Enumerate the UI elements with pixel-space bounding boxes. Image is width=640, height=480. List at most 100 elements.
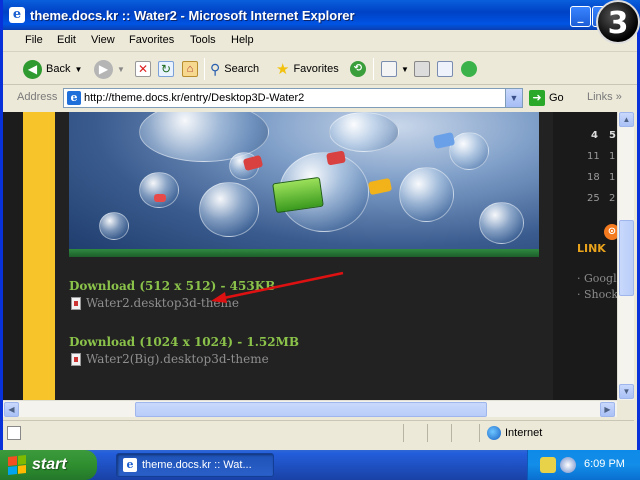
favorites-label: Favorites — [293, 63, 339, 75]
calendar-day[interactable]: 18 — [587, 172, 600, 183]
water-bubble — [199, 182, 259, 237]
window-title: theme.docs.kr :: Water2 - Microsoft Inte… — [30, 8, 355, 23]
forward-button[interactable]: ▶ ▼ — [94, 58, 125, 80]
calendar-day[interactable]: 1 — [609, 172, 615, 183]
back-button[interactable]: ◀ Back ▼ — [23, 58, 82, 80]
page-content: Download (512 x 512) - 453KB Water2.desk… — [3, 112, 617, 400]
horizontal-scrollbar[interactable]: ◀ ▶ — [3, 400, 617, 417]
scroll-up-button[interactable]: ▲ — [619, 112, 634, 127]
address-label: Address — [17, 91, 58, 103]
water-bubble — [449, 132, 489, 170]
edit-button[interactable] — [437, 58, 453, 80]
vertical-scroll-thumb[interactable] — [619, 220, 634, 296]
toolbar-separator — [204, 58, 205, 80]
menu-file[interactable]: File — [25, 34, 43, 46]
messenger-button[interactable] — [461, 58, 477, 80]
scroll-right-button[interactable]: ▶ — [600, 402, 615, 417]
mail-icon — [381, 61, 397, 77]
calendar-day[interactable]: 25 — [587, 193, 600, 204]
address-dropdown-icon[interactable]: ▼ — [505, 89, 522, 107]
print-button[interactable] — [414, 58, 430, 80]
title-bar[interactable]: e theme.docs.kr :: Water2 - Microsoft In… — [3, 0, 640, 30]
sidebar-link-label: Google — [584, 272, 617, 285]
history-icon: ⟲ — [350, 61, 366, 77]
calendar-day[interactable]: 2 — [609, 193, 615, 204]
download-link-1024[interactable]: Download (1024 x 1024) - 1.52MB — [69, 335, 299, 349]
globe-icon — [487, 426, 501, 440]
messenger-icon — [461, 61, 477, 77]
status-bar: Internet — [3, 420, 634, 444]
file-icon — [71, 296, 81, 310]
stop-icon: ✕ — [135, 61, 151, 77]
star-icon: ★ — [276, 61, 290, 78]
back-dropdown-icon[interactable]: ▼ — [74, 65, 82, 74]
calendar-day[interactable]: 11 — [587, 151, 600, 162]
menu-view[interactable]: View — [91, 34, 115, 46]
horizontal-scroll-thumb[interactable] — [135, 402, 487, 417]
status-page-icon — [7, 426, 21, 440]
security-zone: Internet — [487, 426, 542, 440]
file-icon — [71, 352, 81, 366]
address-input[interactable]: e http://theme.docs.kr/entry/Desktop3D-W… — [63, 88, 523, 108]
calendar-day[interactable]: 4 — [591, 130, 598, 141]
sidebar-link-shock[interactable]: · Shock — [577, 288, 617, 301]
search-icon: ⚲ — [210, 60, 221, 77]
water-bubble — [329, 112, 399, 152]
links-button[interactable]: Links » — [587, 91, 622, 103]
task-title: theme.docs.kr :: Wat... — [142, 459, 252, 471]
tray-app-icon[interactable] — [540, 457, 556, 473]
menu-edit[interactable]: Edit — [57, 34, 76, 46]
calendar-day[interactable]: 5 — [609, 130, 616, 141]
go-button[interactable]: ➜ Go — [529, 90, 564, 106]
forward-dropdown-icon[interactable]: ▼ — [117, 65, 125, 74]
mail-button[interactable]: ▼ — [381, 58, 409, 80]
links-label: Links — [587, 91, 613, 103]
file-name-2[interactable]: Water2(Big).desktop3d-theme — [86, 352, 269, 366]
water-bubble — [99, 212, 129, 240]
clock[interactable]: 6:09 PM — [584, 458, 625, 470]
search-button[interactable]: ⚲ Search — [210, 58, 259, 80]
ie-icon: e — [123, 458, 137, 472]
history-button[interactable]: ⟲ — [350, 58, 366, 80]
favorites-button[interactable]: ★ Favorites — [276, 58, 339, 80]
address-bar: Address e http://theme.docs.kr/entry/Des… — [3, 86, 637, 110]
toolbar-separator — [373, 58, 374, 80]
status-divider — [479, 424, 480, 442]
tray-network-icon[interactable] — [560, 457, 576, 473]
go-label: Go — [549, 92, 564, 104]
annotation-arrow — [211, 271, 344, 303]
menu-tools[interactable]: Tools — [190, 34, 216, 46]
menu-favorites[interactable]: Favorites — [129, 34, 174, 46]
taskbar-ie-window[interactable]: e theme.docs.kr :: Wat... — [116, 453, 274, 477]
mail-dropdown-icon[interactable]: ▼ — [401, 65, 409, 74]
start-label: start — [32, 456, 67, 473]
calendar-day[interactable]: 1 — [609, 151, 615, 162]
edit-icon — [437, 61, 453, 77]
search-label: Search — [224, 63, 260, 75]
toolbar: ◀ Back ▼ ▶ ▼ ✕ ↻ ⌂ ⚲ Search ★ Favorites … — [3, 53, 637, 85]
preview-taskbar — [69, 249, 539, 257]
file-attachment-2[interactable]: Water2(Big).desktop3d-theme — [71, 352, 269, 366]
home-icon: ⌂ — [182, 61, 198, 77]
red-cube-icon — [154, 194, 166, 202]
menu-help[interactable]: Help — [231, 34, 254, 46]
yellow-side-bar — [23, 112, 55, 400]
vertical-scrollbar[interactable]: ▲ ▼ — [617, 112, 634, 400]
scroll-left-button[interactable]: ◀ — [4, 402, 19, 417]
address-url[interactable]: http://theme.docs.kr/entry/Desktop3D-Wat… — [84, 92, 304, 104]
minimize-button[interactable]: _ — [570, 6, 591, 27]
stop-button[interactable]: ✕ — [135, 58, 151, 80]
theme-preview-image[interactable] — [69, 112, 539, 257]
zone-label: Internet — [505, 427, 543, 439]
system-tray: 6:09 PM — [527, 450, 640, 480]
sidebar-link-google[interactable]: · Google — [577, 272, 617, 285]
start-button[interactable]: start — [0, 450, 97, 480]
link-heading: LINK — [577, 242, 606, 255]
water-bubble — [139, 172, 179, 208]
page-icon: e — [67, 91, 81, 105]
scroll-down-button[interactable]: ▼ — [619, 384, 634, 399]
refresh-icon: ↻ — [158, 61, 174, 77]
refresh-button[interactable]: ↻ — [158, 58, 174, 80]
back-arrow-icon: ◀ — [23, 59, 42, 79]
home-button[interactable]: ⌂ — [182, 58, 198, 80]
